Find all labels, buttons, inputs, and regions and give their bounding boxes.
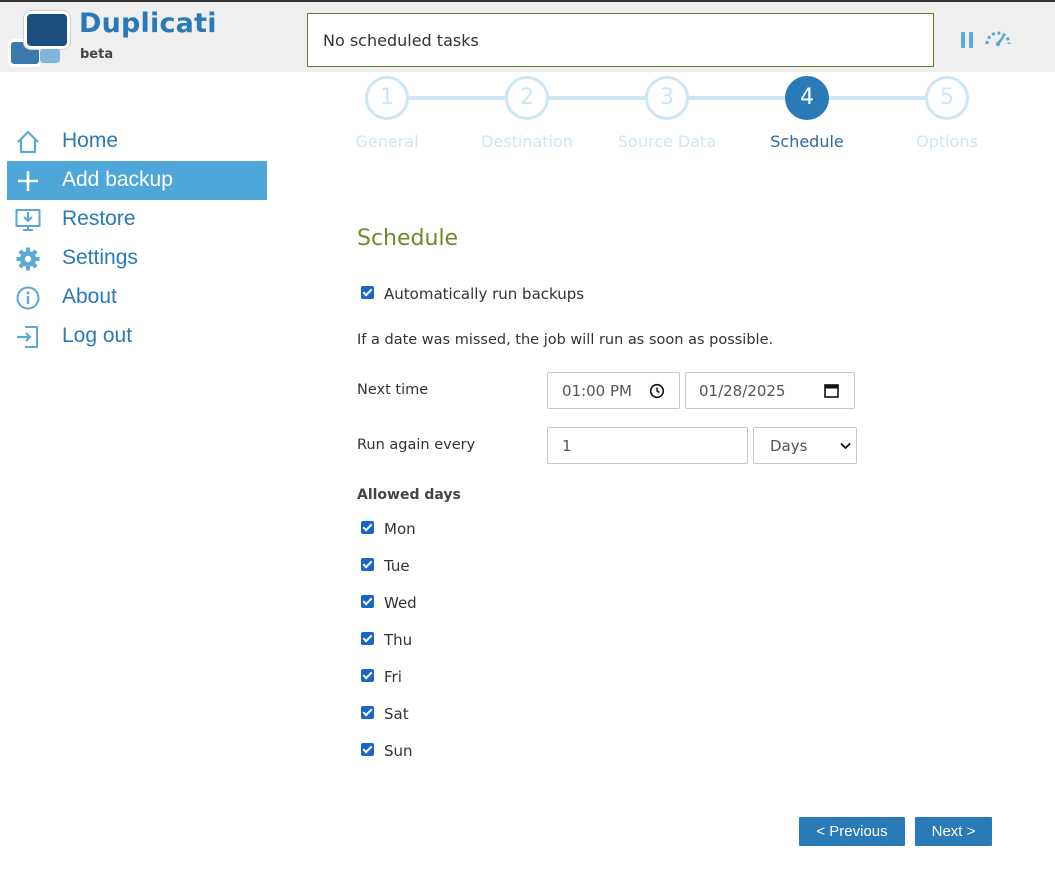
step-label: Options bbox=[916, 132, 978, 151]
sidebar-item-settings[interactable]: Settings bbox=[7, 239, 267, 278]
wizard-stepper: 1 General 2 Destination 3 Source Data 4 … bbox=[330, 74, 1030, 154]
beta-badge: beta bbox=[80, 47, 114, 62]
next-time-label: Next time bbox=[357, 382, 429, 398]
allowed-days-heading: Allowed days bbox=[357, 487, 461, 503]
step-destination[interactable]: 2 Destination bbox=[457, 74, 597, 151]
logout-icon bbox=[17, 326, 38, 348]
day-tue-checkbox[interactable] bbox=[361, 558, 374, 571]
step-number: 4 bbox=[785, 76, 829, 120]
day-mon-checkbox[interactable] bbox=[361, 521, 374, 534]
step-label: General bbox=[355, 132, 419, 151]
day-sun-checkbox[interactable] bbox=[361, 743, 374, 756]
plus-icon bbox=[18, 171, 38, 191]
calendar-icon[interactable] bbox=[824, 383, 839, 398]
day-label[interactable]: Fri bbox=[384, 668, 402, 686]
step-label: Source Data bbox=[617, 132, 717, 151]
sidebar-item-label: Log out bbox=[62, 324, 133, 347]
run-again-unit-select[interactable]: Days bbox=[753, 427, 857, 464]
step-source-data[interactable]: 3 Source Data bbox=[597, 74, 737, 151]
run-again-label: Run again every bbox=[357, 437, 476, 453]
step-label: Destination bbox=[481, 132, 573, 151]
sidebar-item-label: Restore bbox=[62, 207, 136, 230]
sidebar-item-logout[interactable]: Log out bbox=[7, 317, 267, 356]
brand-name[interactable]: Duplicati bbox=[79, 8, 217, 39]
sidebar-item-restore[interactable]: Restore bbox=[7, 200, 267, 239]
sidebar-item-label: About bbox=[62, 285, 117, 308]
day-label[interactable]: Sun bbox=[384, 742, 413, 760]
day-label[interactable]: Mon bbox=[384, 520, 416, 538]
next-time-value: 01:00 PM bbox=[562, 382, 632, 400]
missed-date-note: If a date was missed, the job will run a… bbox=[357, 332, 774, 348]
step-general[interactable]: 1 General bbox=[317, 74, 457, 151]
day-label[interactable]: Tue bbox=[384, 557, 410, 575]
duplicati-logo[interactable] bbox=[8, 11, 72, 67]
day-label[interactable]: Wed bbox=[384, 594, 417, 612]
run-again-unit-value: Days bbox=[770, 437, 808, 455]
sidebar-item-label: Settings bbox=[62, 246, 138, 269]
chevron-down-icon bbox=[840, 442, 851, 450]
step-number: 5 bbox=[925, 76, 969, 120]
next-date-value: 01/28/2025 bbox=[699, 382, 786, 400]
step-number: 1 bbox=[365, 76, 409, 120]
run-again-value: 1 bbox=[562, 437, 572, 455]
day-thu-checkbox[interactable] bbox=[361, 632, 374, 645]
sidebar-item-home[interactable]: Home bbox=[7, 122, 267, 161]
day-label[interactable]: Thu bbox=[384, 631, 412, 649]
step-number: 3 bbox=[645, 76, 689, 120]
pause-icon[interactable] bbox=[960, 32, 974, 49]
sidebar-item-add-backup[interactable]: Add backup bbox=[7, 161, 267, 200]
throttle-speed-icon[interactable] bbox=[984, 30, 1012, 48]
run-again-input[interactable]: 1 bbox=[547, 427, 748, 464]
status-text: No scheduled tasks bbox=[323, 31, 479, 50]
day-wed-checkbox[interactable] bbox=[361, 595, 374, 608]
top-header: Duplicati beta No scheduled tasks bbox=[0, 0, 1055, 72]
home-icon bbox=[17, 130, 39, 154]
previous-button[interactable]: < Previous bbox=[799, 817, 905, 846]
restore-icon bbox=[15, 209, 41, 231]
step-label: Schedule bbox=[770, 132, 844, 151]
step-number: 2 bbox=[505, 76, 549, 120]
sidebar-item-about[interactable]: About bbox=[7, 278, 267, 317]
info-icon bbox=[16, 286, 40, 310]
sidebar-item-label: Add backup bbox=[62, 168, 173, 191]
next-time-input[interactable]: 01:00 PM bbox=[547, 372, 680, 409]
clock-icon[interactable] bbox=[649, 383, 665, 399]
step-options[interactable]: 5 Options bbox=[877, 74, 1017, 151]
step-schedule[interactable]: 4 Schedule bbox=[737, 74, 877, 151]
day-sat-checkbox[interactable] bbox=[361, 706, 374, 719]
gear-icon bbox=[16, 247, 40, 271]
auto-run-checkbox[interactable] bbox=[361, 286, 374, 299]
next-date-input[interactable]: 01/28/2025 bbox=[685, 372, 855, 409]
next-button[interactable]: Next > bbox=[915, 817, 992, 846]
day-label[interactable]: Sat bbox=[384, 705, 409, 723]
sidebar-nav: Home Add backup Restore Settings About L… bbox=[7, 122, 267, 356]
auto-run-label[interactable]: Automatically run backups bbox=[384, 285, 584, 303]
status-box[interactable]: No scheduled tasks bbox=[307, 13, 934, 67]
day-fri-checkbox[interactable] bbox=[361, 669, 374, 682]
sidebar-item-label: Home bbox=[62, 129, 119, 152]
section-title: Schedule bbox=[357, 226, 459, 251]
